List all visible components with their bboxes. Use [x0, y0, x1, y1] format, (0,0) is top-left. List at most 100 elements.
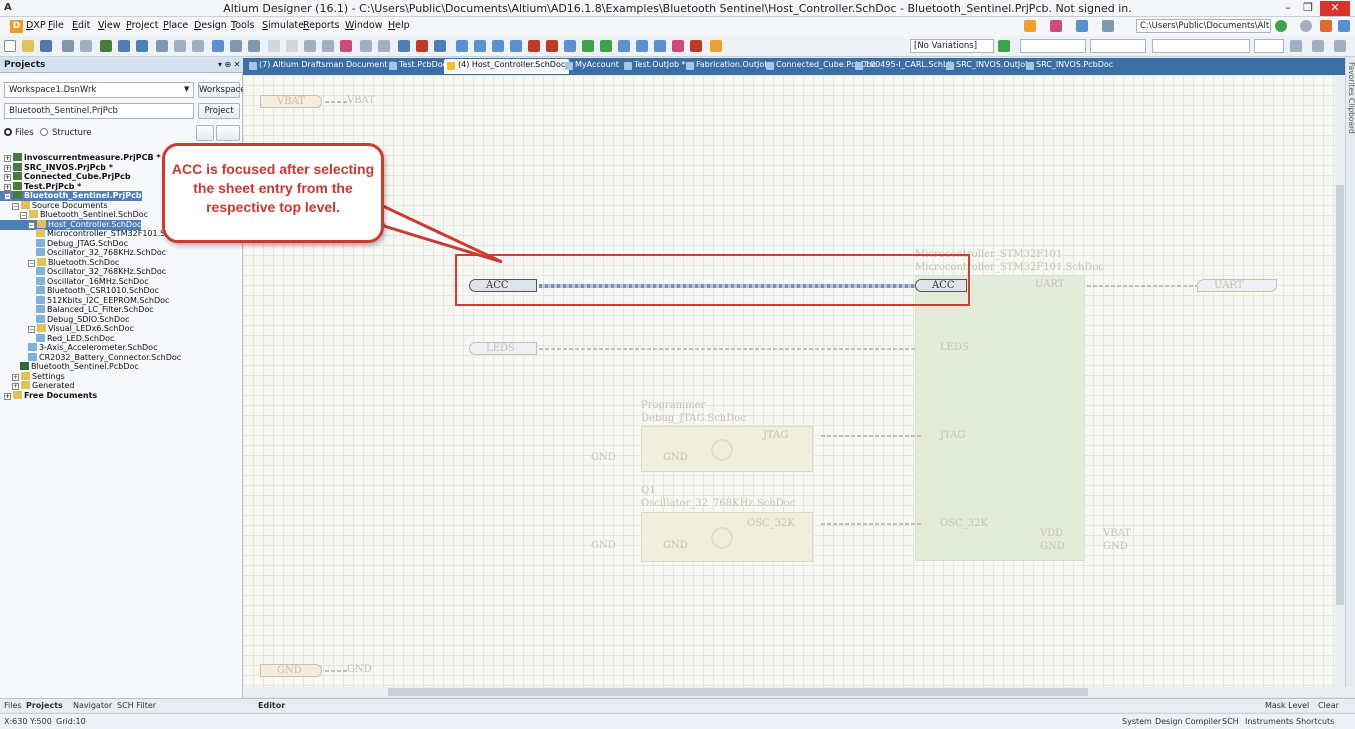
chevron-down-icon[interactable]: ▼ [184, 85, 189, 93]
no-erc-icon[interactable] [672, 40, 684, 52]
horizontal-scrollbar[interactable] [243, 687, 1355, 697]
tree-item[interactable]: Bluetooth_Sentinel.PcbDoc [0, 362, 139, 372]
tree-item[interactable]: − Bluetooth_Sentinel.PrjPcb [0, 191, 142, 201]
net-label-icon[interactable] [510, 40, 522, 52]
menu-dxp[interactable]: DXP [26, 20, 46, 31]
project-field[interactable]: Bluetooth_Sentinel.PrjPcb [4, 103, 194, 119]
schematic-canvas[interactable]: VBAT VBAT ACC LEDS Microcontroller_STM32… [243, 75, 1345, 687]
leds-sheet-entry[interactable]: LEDS [940, 342, 969, 353]
toolbar-combo-3[interactable] [1152, 39, 1250, 53]
bus-icon[interactable] [474, 40, 486, 52]
toolbar-combo-2[interactable] [1090, 39, 1146, 53]
vbat-port[interactable]: VBAT [260, 95, 322, 108]
probe-icon[interactable] [1050, 20, 1062, 32]
menu-design[interactable]: Design [194, 20, 227, 31]
wire-icon[interactable] [456, 40, 468, 52]
menu-project[interactable]: Project [126, 20, 159, 31]
deselect-icon[interactable] [322, 40, 334, 52]
add-document-icon[interactable] [216, 125, 240, 141]
menu-reports[interactable]: Reports [303, 20, 339, 31]
files-radio[interactable] [4, 128, 12, 136]
gnd-port[interactable]: GND [260, 664, 322, 677]
layout-icon-1[interactable] [1290, 40, 1302, 52]
expand-icon[interactable]: + [12, 373, 19, 381]
wand-icon[interactable] [1024, 20, 1036, 32]
bottom-tab-files[interactable]: Files [4, 701, 22, 710]
menu-window[interactable]: Window [345, 20, 382, 31]
gnd-sheet-entry-mcu[interactable]: GND [1040, 541, 1065, 552]
vertical-scrollbar[interactable] [1335, 75, 1345, 687]
part-icon[interactable] [564, 40, 576, 52]
tree-item[interactable]: − Visual_LEDx6.SchDoc [0, 324, 134, 334]
tree-item[interactable]: Oscillator_32_768KHz.SchDoc [0, 267, 166, 277]
collapse-icon[interactable]: − [20, 212, 27, 219]
zoom-fit-icon[interactable] [118, 40, 130, 52]
bus-entry-icon[interactable] [492, 40, 504, 52]
device-icon[interactable] [100, 40, 112, 52]
variations-combo[interactable]: [No Variations] [910, 39, 994, 53]
expand-icon[interactable]: + [4, 174, 11, 181]
bottom-tab-navigator[interactable]: Navigator [73, 701, 112, 710]
workspace-dropdown[interactable]: Workspace1.DsnWrk [4, 82, 194, 98]
tab-src-invos-pcbdoc[interactable]: SRC_INVOS.PcbDoc [1026, 60, 1113, 70]
tree-item[interactable]: − Bluetooth_Sentinel.SchDoc [0, 210, 148, 220]
tree-item[interactable]: Oscillator_16MHz.SchDoc [0, 276, 149, 287]
status-shortcuts[interactable]: Shortcuts [1296, 717, 1334, 726]
tab-draftsman[interactable]: (7) Altium Draftsman Document * [249, 60, 394, 70]
bottom-tab-projects[interactable]: Projects [26, 701, 63, 710]
port-icon[interactable] [636, 40, 648, 52]
print-icon[interactable] [62, 40, 74, 52]
tree-item[interactable]: + SRC_INVOS.PrjPcb * [0, 162, 113, 173]
go-icon[interactable] [1275, 20, 1287, 32]
compile-mask-icon[interactable] [690, 40, 702, 52]
tree-item[interactable]: + Generated [0, 381, 74, 391]
refresh-icon[interactable] [1338, 20, 1350, 32]
tree-item[interactable]: + Free Documents [0, 390, 97, 401]
tree-item[interactable]: − Source Documents [0, 200, 108, 211]
device-sheet-icon[interactable] [618, 40, 630, 52]
tree-item[interactable]: + Connected_Cube.PrjPcb [0, 172, 131, 182]
hierarchy-icon[interactable] [398, 40, 410, 52]
horizontal-scroll-thumb[interactable] [388, 688, 1088, 696]
project-button[interactable]: Project [198, 103, 240, 119]
collapse-icon[interactable]: − [28, 221, 35, 229]
dxp-logo-icon[interactable]: D [10, 20, 23, 33]
menu-tools[interactable]: Tools [231, 20, 254, 31]
tree-item[interactable]: + Settings [0, 371, 65, 382]
tree-item[interactable]: Bluetooth_CSR1010.SchDoc [0, 286, 159, 296]
tree-item[interactable]: + Test.PrjPcb * [0, 181, 81, 192]
redo-icon[interactable] [378, 40, 390, 52]
path-combo[interactable]: C:\Users\Public\Documents\Altiur [1136, 19, 1271, 33]
clear-filter-icon[interactable] [340, 40, 352, 52]
open-icon[interactable] [22, 40, 34, 52]
tab-test-outjob[interactable]: Test.OutJob * [624, 60, 686, 70]
filter-icon[interactable] [192, 40, 204, 52]
grid-icon[interactable] [1102, 20, 1114, 32]
rubber-stamp-icon[interactable] [268, 40, 280, 52]
status-instruments[interactable]: Instruments [1245, 717, 1293, 726]
panel-pin-icon[interactable]: ▾ ⊕ ✕ [218, 60, 241, 69]
project-options-icon[interactable] [196, 125, 214, 141]
workspace-button[interactable]: Workspace [198, 82, 245, 98]
expand-icon[interactable]: + [12, 383, 19, 390]
tab-test-pcbdoc[interactable]: Test.PcbDoc [389, 60, 447, 70]
tree-item[interactable]: − Bluetooth.SchDoc [0, 257, 119, 268]
menu-simulate[interactable]: Simulate [262, 20, 304, 31]
status-system[interactable]: System [1122, 717, 1152, 726]
jtag-sheet-entry[interactable]: JTAG [763, 430, 788, 441]
zoom-icon[interactable] [174, 40, 186, 52]
menu-view[interactable]: View [98, 20, 121, 31]
close-button[interactable]: ✕ [1320, 1, 1350, 16]
favorites-tab[interactable]: Favorites [1347, 62, 1355, 96]
toolbar-combo-1[interactable] [1020, 39, 1086, 53]
tree-item[interactable]: Debug_JTAG.SchDoc [0, 238, 128, 249]
undo-icon[interactable] [360, 40, 372, 52]
tree-item[interactable]: CR2032_Battery_Connector.SchDoc [0, 352, 181, 363]
collapse-icon[interactable]: − [12, 202, 19, 210]
status-design-compiler[interactable]: Design Compiler [1155, 717, 1221, 726]
vdd-sheet-entry[interactable]: VDD [1040, 528, 1063, 539]
tree-item[interactable]: Debug_SDIO.SchDoc [0, 314, 129, 325]
copy-icon[interactable] [230, 40, 242, 52]
collapse-icon[interactable]: − [4, 193, 11, 200]
tree-item[interactable]: Oscillator_32_768KHz.SchDoc [0, 248, 166, 258]
